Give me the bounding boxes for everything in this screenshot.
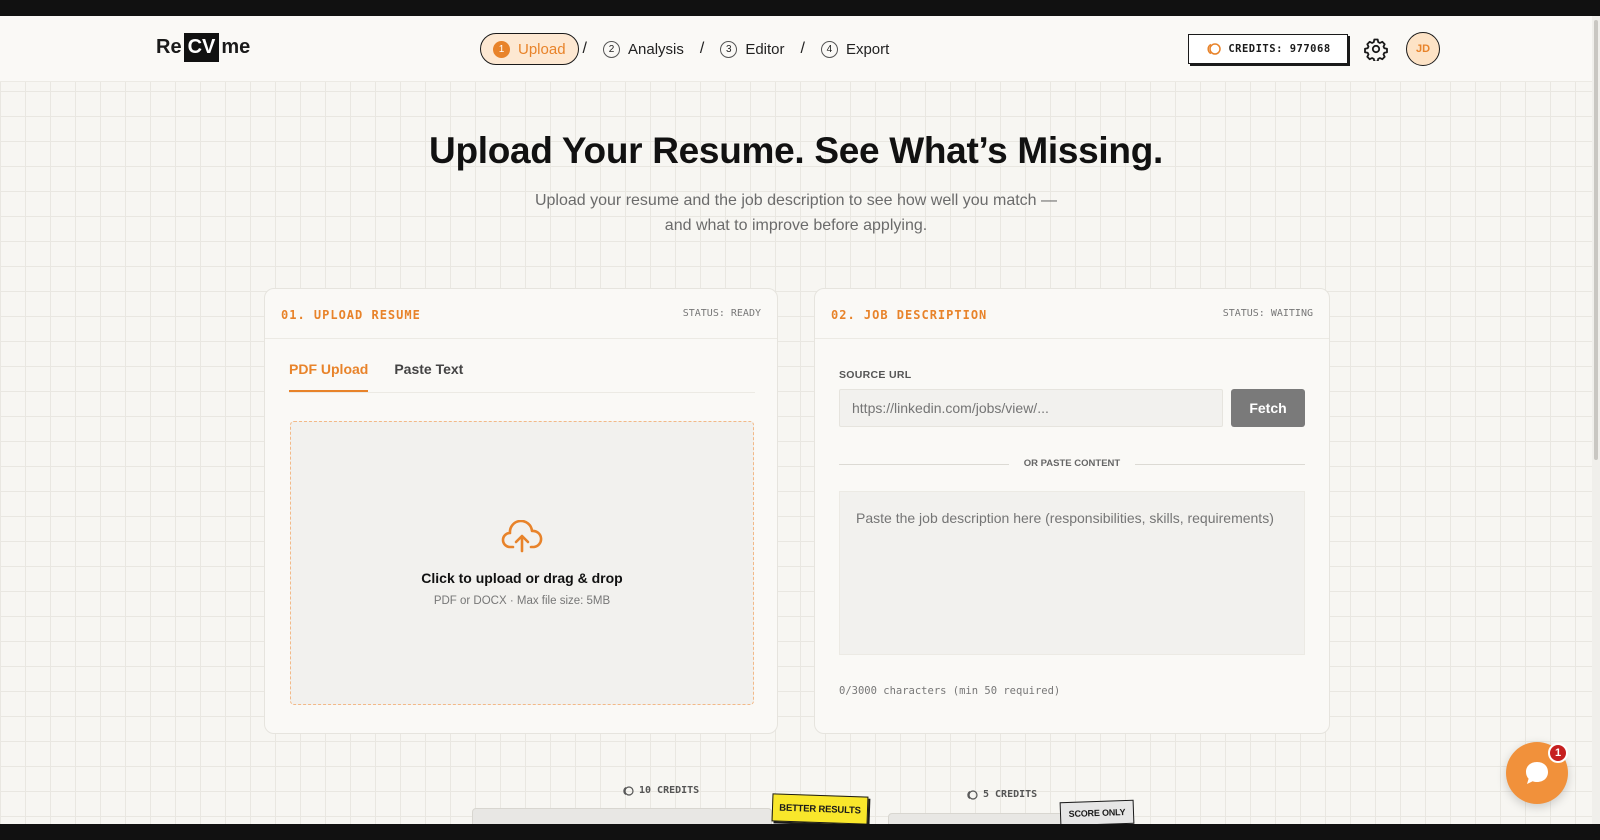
step-analysis[interactable]: 2 Analysis	[591, 33, 696, 65]
credits-label: CREDITS: 977068	[1228, 43, 1331, 55]
user-avatar[interactable]: JD	[1406, 32, 1440, 66]
card-title: 01. UPLOAD RESUME	[281, 308, 421, 322]
chat-bubble-icon	[1526, 762, 1548, 784]
logo-text-left: Re	[156, 36, 182, 58]
step-breadcrumb: 1 Upload / 2 Analysis / 3 Editor / 4 Exp…	[480, 33, 901, 65]
job-description-textarea[interactable]	[839, 491, 1305, 655]
notification-count-badge: 1	[1548, 743, 1568, 763]
divider-text: OR PASTE CONTENT	[1015, 458, 1129, 469]
card-title: 02. JOB DESCRIPTION	[831, 308, 988, 322]
step-upload[interactable]: 1 Upload	[480, 33, 579, 65]
source-url-label: SOURCE URL	[839, 369, 912, 381]
status-label: STATUS: READY	[682, 308, 761, 319]
scrollbar-thumb[interactable]	[1594, 20, 1598, 460]
page-subtitle: Upload your resume and the job descripti…	[534, 192, 1058, 234]
file-dropzone[interactable]: Click to upload or drag & drop PDF or DO…	[290, 421, 754, 705]
window-bottom-bar	[0, 824, 1600, 840]
fetch-button[interactable]: Fetch	[1231, 389, 1305, 427]
score-only-badge: SCORE ONLY	[1059, 799, 1135, 824]
step-editor[interactable]: 3 Editor	[708, 33, 796, 65]
option-credits-full: 10 CREDITS	[622, 785, 699, 796]
status-label: STATUS: WAITING	[1222, 308, 1313, 319]
coin-icon	[623, 785, 634, 796]
card-header: 02. JOB DESCRIPTION STATUS: WAITING	[815, 289, 1329, 339]
option-card-score-only[interactable]	[888, 813, 1068, 824]
coin-icon	[967, 789, 978, 800]
step-number: 1	[493, 40, 510, 58]
step-number: 3	[720, 40, 738, 58]
credits-cost: 5 CREDITS	[983, 789, 1038, 800]
step-number: 2	[603, 40, 620, 58]
upload-resume-card: 01. UPLOAD RESUME STATUS: READY PDF Uplo…	[264, 288, 778, 734]
better-results-badge: BETTER RESULTS	[771, 793, 869, 824]
step-number: 4	[820, 40, 838, 58]
cloud-upload-icon	[501, 520, 543, 553]
credits-button[interactable]: CREDITS: 977068	[1188, 34, 1348, 64]
credits-cost: 10 CREDITS	[639, 785, 700, 796]
source-url-input[interactable]	[839, 389, 1223, 427]
dropzone-hint: PDF or DOCX · Max file size: 5MB	[433, 595, 611, 607]
step-export[interactable]: 4 Export	[809, 33, 901, 65]
step-separator: /	[582, 40, 587, 57]
step-label: Export	[845, 40, 890, 58]
coin-icon	[1207, 43, 1222, 55]
logo-text-cv: CV	[183, 33, 220, 62]
option-card-full-analysis[interactable]	[472, 808, 772, 824]
page-title: Upload Your Resume. See What’s Missing.	[429, 130, 1163, 171]
option-credits-score: 5 CREDITS	[966, 789, 1037, 800]
step-separator: /	[699, 40, 705, 57]
logo-text-right: me	[221, 36, 251, 58]
upload-tabs: PDF Upload Paste Text	[289, 361, 755, 393]
dropzone-title: Click to upload or drag & drop	[421, 570, 623, 586]
job-description-card: 02. JOB DESCRIPTION STATUS: WAITING SOUR…	[814, 288, 1330, 734]
step-label: Editor	[745, 40, 785, 58]
character-counter: 0/3000 characters (min 50 required)	[839, 685, 1061, 697]
page: Re CV me 1 Upload / 2 Analysis / 3 Edito…	[0, 16, 1592, 824]
tab-pdf-upload[interactable]: PDF Upload	[289, 361, 369, 392]
step-label: Analysis	[628, 40, 684, 58]
top-navbar: Re CV me 1 Upload / 2 Analysis / 3 Edito…	[0, 16, 1592, 82]
app-logo[interactable]: Re CV me	[156, 33, 250, 62]
tab-paste-text[interactable]: Paste Text	[394, 361, 463, 392]
gear-icon[interactable]	[1364, 37, 1388, 61]
card-header: 01. UPLOAD RESUME STATUS: READY	[265, 289, 777, 339]
step-label: Upload	[518, 40, 566, 58]
divider-label: OR PASTE CONTENT	[815, 458, 1329, 469]
window-top-bar	[0, 0, 1600, 16]
step-separator: /	[800, 40, 805, 57]
